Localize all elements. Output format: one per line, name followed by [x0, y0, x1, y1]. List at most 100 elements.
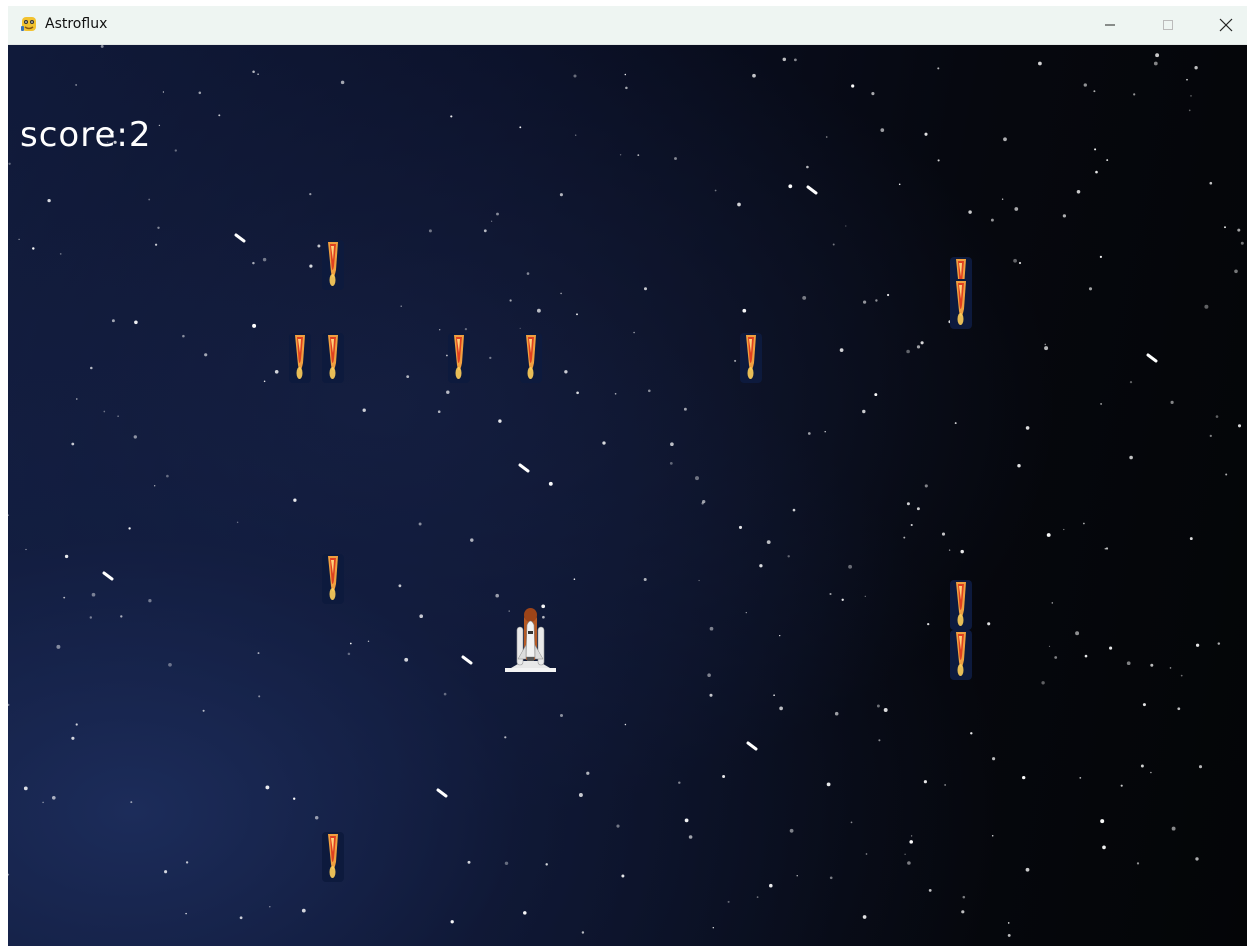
star [293, 797, 296, 800]
star-streak [746, 741, 758, 751]
star [602, 441, 606, 445]
star [698, 579, 700, 582]
star [498, 419, 502, 423]
star [789, 828, 794, 833]
star [683, 407, 687, 411]
star [909, 840, 913, 844]
star [490, 220, 493, 222]
star [707, 673, 711, 677]
star [446, 390, 450, 394]
star [826, 782, 831, 787]
star [400, 305, 402, 307]
close-button[interactable] [1197, 6, 1247, 44]
maximize-button[interactable] [1139, 6, 1197, 44]
star [1105, 547, 1109, 550]
star [32, 247, 35, 250]
star [637, 154, 640, 156]
star [1041, 681, 1045, 685]
star [198, 91, 202, 95]
star [848, 564, 853, 569]
star [1136, 862, 1140, 865]
star [954, 422, 957, 425]
star [643, 578, 647, 581]
star [1025, 867, 1030, 872]
star [1186, 78, 1188, 81]
star [168, 662, 172, 667]
star [89, 616, 93, 619]
star [624, 73, 627, 76]
minimize-icon [1105, 24, 1115, 26]
star [252, 323, 257, 328]
star [883, 708, 888, 712]
star [792, 508, 796, 512]
star [1126, 661, 1131, 666]
star [1240, 241, 1244, 245]
star [1224, 226, 1226, 229]
star [90, 366, 93, 370]
star [1017, 463, 1021, 468]
flaming-meteor-icon [948, 630, 974, 680]
star [648, 389, 651, 393]
star [239, 916, 243, 920]
star [75, 723, 78, 726]
star [269, 906, 271, 908]
star [148, 198, 151, 201]
star [702, 499, 706, 504]
star [258, 695, 261, 698]
star-streak [518, 463, 530, 473]
flaming-meteor-icon [320, 832, 346, 882]
star [851, 84, 855, 88]
star [367, 640, 370, 643]
game-canvas[interactable]: score:2 [8, 45, 1247, 946]
star [130, 801, 133, 804]
star [1100, 402, 1103, 405]
flaming-meteor-icon [287, 333, 313, 383]
title-bar[interactable]: Astroflux [8, 6, 1247, 45]
star [850, 821, 853, 824]
star [362, 408, 366, 412]
star [182, 334, 185, 338]
star [23, 786, 28, 791]
star [722, 775, 726, 778]
star [910, 835, 913, 837]
star [633, 331, 635, 334]
star [564, 370, 568, 374]
star [1051, 602, 1054, 604]
star [559, 193, 563, 197]
star [1133, 93, 1136, 96]
star-streak [806, 185, 818, 195]
star [523, 911, 527, 915]
minimize-button[interactable] [1081, 6, 1139, 44]
flaming-meteor-icon [320, 554, 346, 604]
star [257, 73, 259, 76]
star [1140, 764, 1144, 768]
star [545, 863, 548, 866]
flaming-meteor-icon [738, 333, 764, 383]
star [625, 86, 628, 90]
space-shuttle-icon [505, 608, 556, 672]
star [559, 713, 564, 718]
star [807, 432, 811, 435]
star [1180, 674, 1183, 677]
star [47, 198, 51, 203]
star [8, 703, 10, 707]
star [619, 154, 622, 156]
star [624, 723, 627, 726]
star [839, 348, 844, 352]
star [727, 900, 730, 903]
star [204, 353, 208, 357]
star [100, 45, 104, 48]
star [347, 652, 351, 656]
star [991, 834, 994, 837]
star [745, 611, 747, 614]
star [483, 229, 487, 233]
close-icon [1219, 18, 1233, 32]
star [880, 128, 885, 132]
star [1104, 547, 1107, 550]
star [1063, 528, 1065, 531]
star [536, 308, 541, 313]
star-streak [436, 788, 448, 798]
star [526, 272, 530, 275]
star [714, 189, 717, 192]
star [841, 598, 844, 601]
